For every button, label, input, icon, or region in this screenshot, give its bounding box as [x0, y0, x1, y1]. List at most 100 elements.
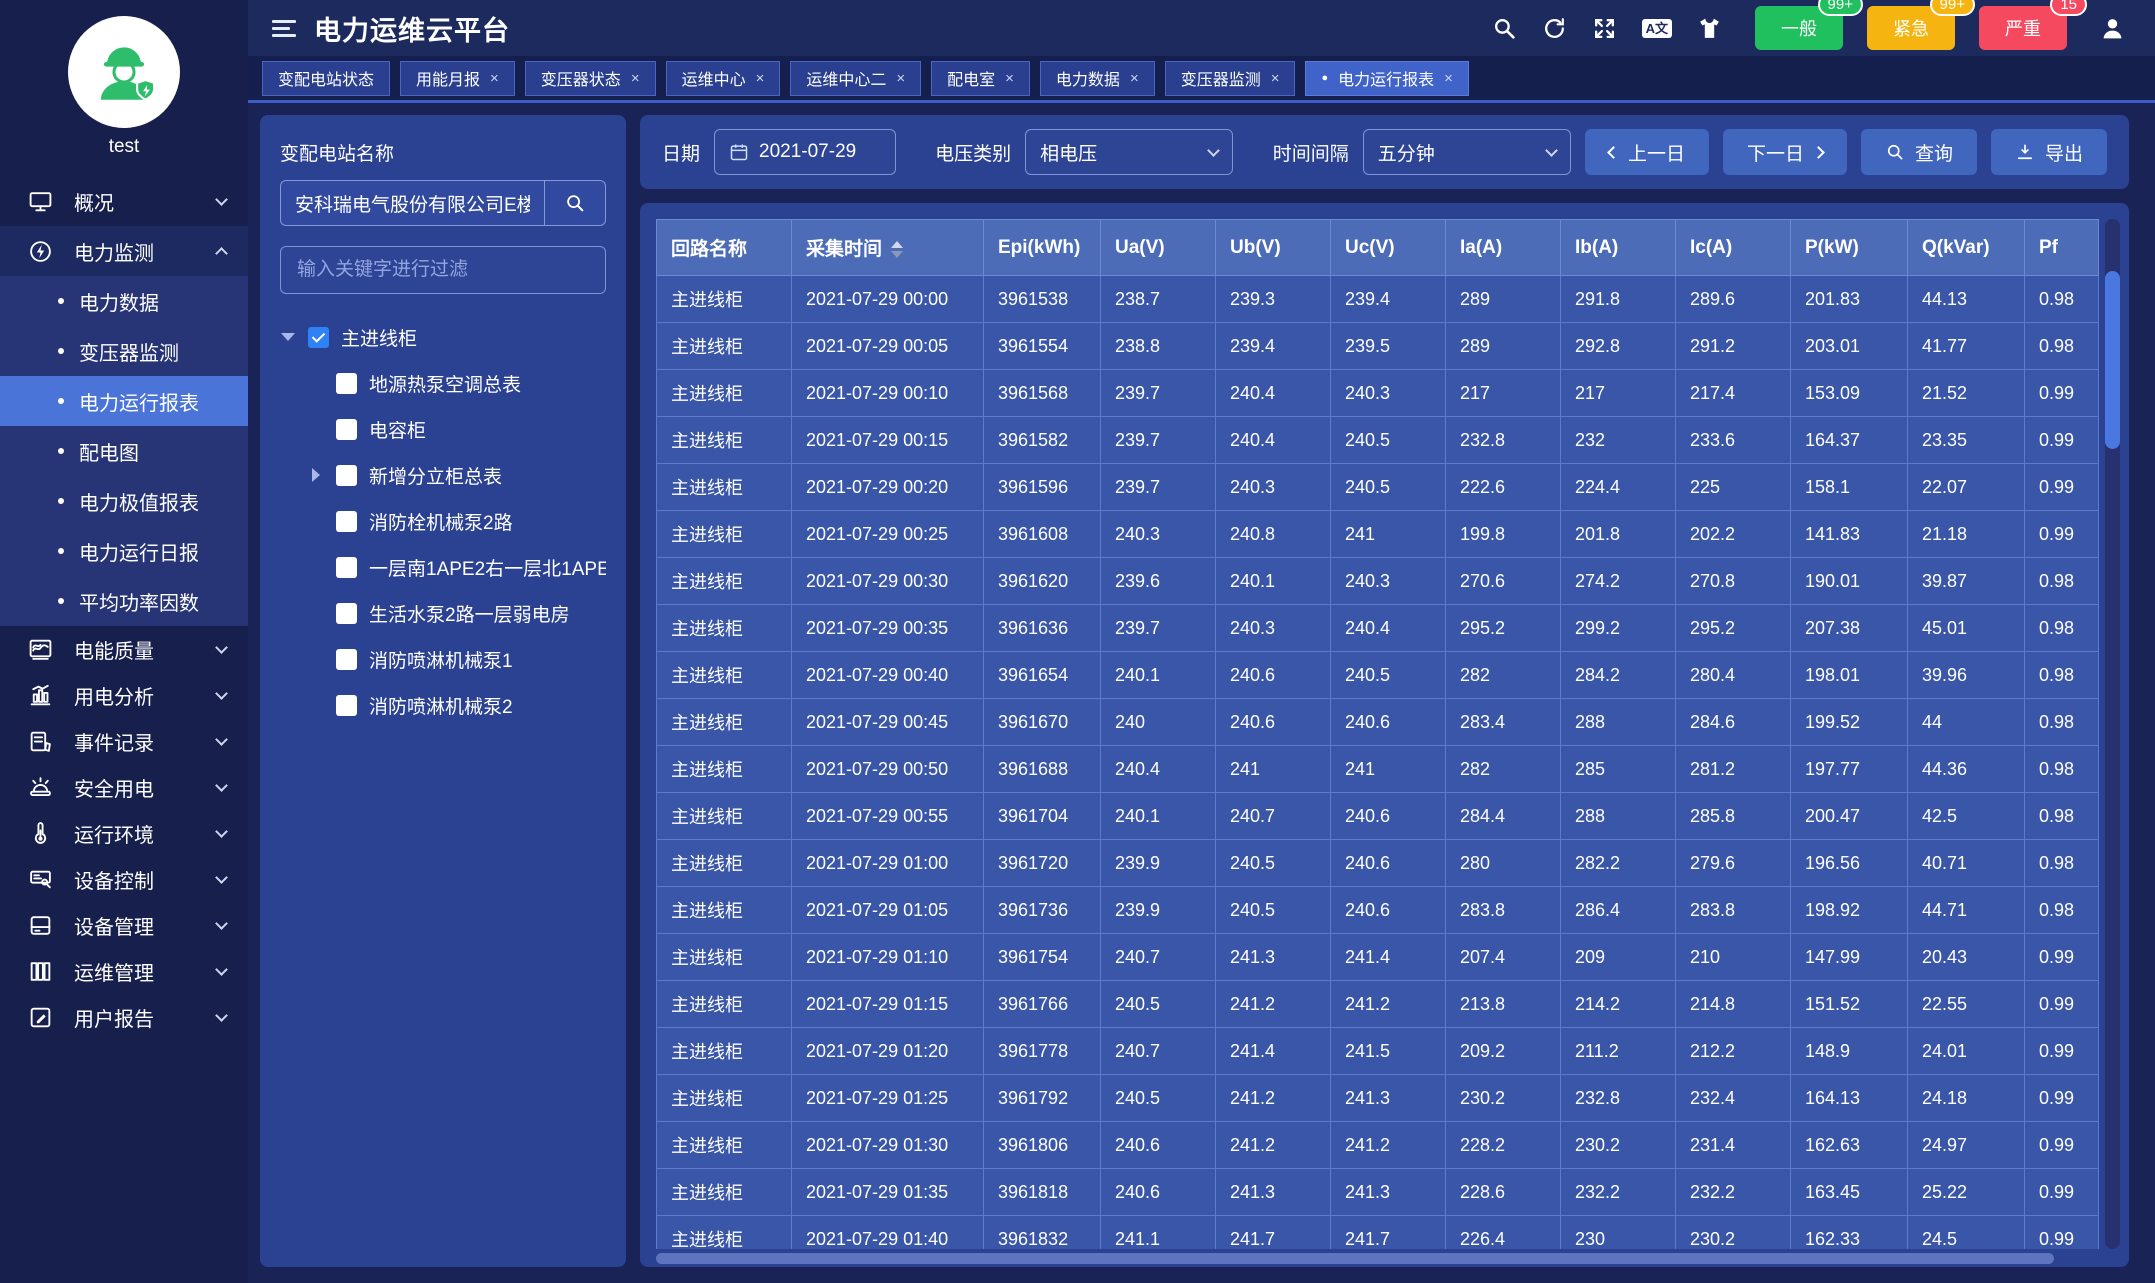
- table-row[interactable]: 主进线柜2021-07-29 00:153961582239.7240.4240…: [657, 417, 2099, 464]
- sidebar-item-设备管理[interactable]: 设备管理: [0, 902, 248, 948]
- tree-filter-input[interactable]: [280, 246, 606, 294]
- tree-item-新增分立柜总表[interactable]: 新增分立柜总表: [308, 452, 606, 498]
- checkbox-unchecked[interactable]: [336, 465, 357, 486]
- sidebar-item-电力监测[interactable]: 电力监测: [0, 226, 248, 276]
- column-header-Ub(V)[interactable]: Ub(V): [1216, 220, 1331, 276]
- checkbox-checked[interactable]: [308, 327, 329, 348]
- column-header-Ia(A)[interactable]: Ia(A): [1446, 220, 1561, 276]
- column-header-Ib(A)[interactable]: Ib(A): [1561, 220, 1676, 276]
- hamburger-menu-icon[interactable]: [272, 20, 296, 37]
- interval-select[interactable]: 五分钟: [1363, 129, 1571, 175]
- prev-day-button[interactable]: 上一日: [1585, 129, 1709, 175]
- tree-root-row[interactable]: 主进线柜: [280, 314, 606, 360]
- table-row[interactable]: 主进线柜2021-07-29 00:053961554238.8239.4239…: [657, 323, 2099, 370]
- table-row[interactable]: 主进线柜2021-07-29 00:503961688240.424124128…: [657, 746, 2099, 793]
- table-row[interactable]: 主进线柜2021-07-29 01:203961778240.7241.4241…: [657, 1028, 2099, 1075]
- theme-shirt-icon[interactable]: [1697, 16, 1722, 41]
- column-header-采集时间[interactable]: 采集时间: [792, 220, 984, 276]
- tab-运维中心二[interactable]: 运维中心二: [790, 61, 921, 96]
- search-icon[interactable]: [1492, 16, 1517, 41]
- column-header-P(kW)[interactable]: P(kW): [1791, 220, 1908, 276]
- table-row[interactable]: 主进线柜2021-07-29 00:453961670240240.6240.6…: [657, 699, 2099, 746]
- column-header-Uc(V)[interactable]: Uc(V): [1331, 220, 1446, 276]
- checkbox-unchecked[interactable]: [336, 511, 357, 532]
- column-header-Ua(V)[interactable]: Ua(V): [1101, 220, 1216, 276]
- tab-close-icon[interactable]: [631, 70, 640, 87]
- vertical-scrollbar[interactable]: [2105, 219, 2120, 1249]
- sidebar-subitem-电力运行日报[interactable]: 电力运行日报: [0, 526, 248, 576]
- table-row[interactable]: 主进线柜2021-07-29 01:353961818240.6241.3241…: [657, 1169, 2099, 1216]
- tab-close-icon[interactable]: [1444, 70, 1453, 87]
- table-row[interactable]: 主进线柜2021-07-29 01:253961792240.5241.2241…: [657, 1075, 2099, 1122]
- table-row[interactable]: 主进线柜2021-07-29 00:203961596239.7240.3240…: [657, 464, 2099, 511]
- table-row[interactable]: 主进线柜2021-07-29 00:253961608240.3240.8241…: [657, 511, 2099, 558]
- alarm-button-严重[interactable]: 严重15: [1979, 6, 2067, 50]
- tab-配电室[interactable]: 配电室: [931, 61, 1030, 96]
- sidebar-item-用户报告[interactable]: 用户报告: [0, 994, 248, 1040]
- tree-item-消防喷淋机械泵2[interactable]: 消防喷淋机械泵2: [308, 682, 606, 728]
- checkbox-unchecked[interactable]: [336, 649, 357, 670]
- caret-down-icon[interactable]: [281, 333, 295, 341]
- tab-变压器状态[interactable]: 变压器状态: [525, 61, 656, 96]
- export-button[interactable]: 导出: [1991, 129, 2107, 175]
- table-row[interactable]: 主进线柜2021-07-29 00:103961568239.7240.4240…: [657, 370, 2099, 417]
- column-header-Epi(kWh)[interactable]: Epi(kWh): [984, 220, 1101, 276]
- sidebar-item-电能质量[interactable]: 电能质量: [0, 626, 248, 672]
- tree-item-消防栓机械泵2路[interactable]: 消防栓机械泵2路: [308, 498, 606, 544]
- sort-icon[interactable]: [891, 241, 903, 258]
- sidebar-item-用电分析[interactable]: 用电分析: [0, 672, 248, 718]
- checkbox-unchecked[interactable]: [336, 695, 357, 716]
- refresh-icon[interactable]: [1542, 16, 1567, 41]
- station-input[interactable]: [280, 180, 544, 226]
- table-row[interactable]: 主进线柜2021-07-29 00:353961636239.7240.3240…: [657, 605, 2099, 652]
- checkbox-unchecked[interactable]: [336, 603, 357, 624]
- table-row[interactable]: 主进线柜2021-07-29 00:403961654240.1240.6240…: [657, 652, 2099, 699]
- tab-变压器监测[interactable]: 变压器监测: [1165, 61, 1296, 96]
- user-icon[interactable]: [2100, 16, 2125, 41]
- query-button[interactable]: 查询: [1861, 129, 1977, 175]
- vertical-scrollbar-thumb[interactable]: [2105, 271, 2120, 449]
- tree-item-地源热泵空调总表[interactable]: 地源热泵空调总表: [308, 360, 606, 406]
- table-row[interactable]: 主进线柜2021-07-29 01:053961736239.9240.5240…: [657, 887, 2099, 934]
- column-header-Q(kVar)[interactable]: Q(kVar): [1908, 220, 2025, 276]
- tab-变配电站状态[interactable]: 变配电站状态: [262, 61, 390, 96]
- sidebar-item-设备控制[interactable]: 设备控制: [0, 856, 248, 902]
- translate-icon[interactable]: A文: [1642, 19, 1672, 38]
- avatar[interactable]: [68, 16, 180, 128]
- tree-item-生活水泵2路一层弱电房[interactable]: 生活水泵2路一层弱电房: [308, 590, 606, 636]
- tab-close-icon[interactable]: [490, 70, 499, 87]
- tab-电力数据[interactable]: 电力数据: [1040, 61, 1155, 96]
- caret-right-icon[interactable]: [312, 468, 320, 482]
- sidebar-subitem-电力极值报表[interactable]: 电力极值报表: [0, 476, 248, 526]
- station-search-button[interactable]: [544, 180, 606, 226]
- sidebar-item-事件记录[interactable]: 事件记录: [0, 718, 248, 764]
- checkbox-unchecked[interactable]: [336, 373, 357, 394]
- tab-电力运行报表[interactable]: 电力运行报表: [1305, 61, 1468, 96]
- table-row[interactable]: 主进线柜2021-07-29 00:303961620239.6240.1240…: [657, 558, 2099, 605]
- sidebar-subitem-平均功率因数[interactable]: 平均功率因数: [0, 576, 248, 626]
- horizontal-scrollbar-thumb[interactable]: [656, 1253, 2054, 1264]
- sidebar-item-概况[interactable]: 概况: [0, 176, 248, 226]
- sidebar-item-运维管理[interactable]: 运维管理: [0, 948, 248, 994]
- tab-用能月报[interactable]: 用能月报: [400, 61, 515, 96]
- date-picker[interactable]: 2021-07-29: [714, 129, 896, 175]
- column-header-Ic(A)[interactable]: Ic(A): [1676, 220, 1791, 276]
- checkbox-unchecked[interactable]: [336, 557, 357, 578]
- table-row[interactable]: 主进线柜2021-07-29 01:003961720239.9240.5240…: [657, 840, 2099, 887]
- sidebar-subitem-电力数据[interactable]: 电力数据: [0, 276, 248, 326]
- sidebar-subitem-电力运行报表[interactable]: 电力运行报表: [0, 376, 248, 426]
- tab-close-icon[interactable]: [896, 70, 905, 87]
- checkbox-unchecked[interactable]: [336, 419, 357, 440]
- voltage-type-select[interactable]: 相电压: [1025, 129, 1233, 175]
- tab-close-icon[interactable]: [1130, 70, 1139, 87]
- table-row[interactable]: 主进线柜2021-07-29 01:103961754240.7241.3241…: [657, 934, 2099, 981]
- table-row[interactable]: 主进线柜2021-07-29 00:553961704240.1240.7240…: [657, 793, 2099, 840]
- sidebar-item-运行环境[interactable]: 运行环境: [0, 810, 248, 856]
- tab-close-icon[interactable]: [1271, 70, 1280, 87]
- alarm-button-一般[interactable]: 一般99+: [1755, 6, 1843, 50]
- tab-close-icon[interactable]: [1005, 70, 1014, 87]
- tree-item-电容柜[interactable]: 电容柜: [308, 406, 606, 452]
- sidebar-subitem-变压器监测[interactable]: 变压器监测: [0, 326, 248, 376]
- sidebar-subitem-配电图[interactable]: 配电图: [0, 426, 248, 476]
- tree-item-一层南1APE2右一层北1APE1左[interactable]: 一层南1APE2右一层北1APE1左: [308, 544, 606, 590]
